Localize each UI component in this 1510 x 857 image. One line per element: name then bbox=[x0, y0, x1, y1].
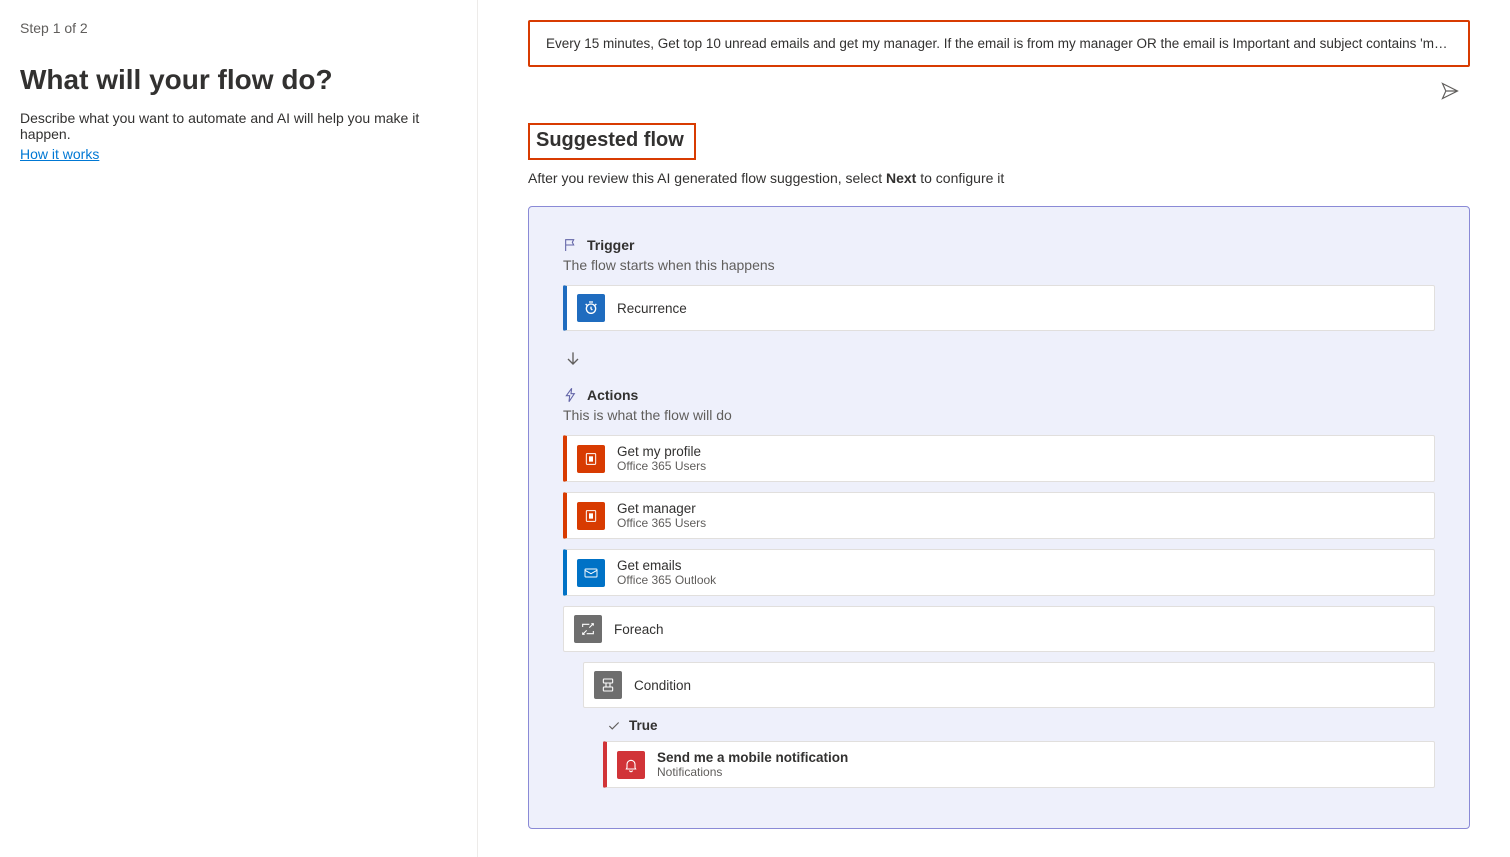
prompt-input[interactable]: Every 15 minutes, Get top 10 unread emai… bbox=[528, 20, 1470, 67]
action-card-title: Send me a mobile notification bbox=[657, 750, 848, 765]
loop-icon bbox=[574, 615, 602, 643]
clock-icon bbox=[577, 294, 605, 322]
action-card-get-manager[interactable]: Get manager Office 365 Users bbox=[563, 492, 1435, 539]
suggested-flow-sub: After you review this AI generated flow … bbox=[528, 170, 1470, 186]
office-users-icon bbox=[577, 445, 605, 473]
outlook-icon bbox=[577, 559, 605, 587]
suggested-flow-heading: Suggested flow bbox=[536, 129, 684, 152]
condition-card[interactable]: Condition bbox=[583, 662, 1435, 708]
actions-section-sub: This is what the flow will do bbox=[563, 407, 1435, 423]
action-card-title: Get my profile bbox=[617, 444, 706, 459]
action-card-service: Office 365 Outlook bbox=[617, 573, 716, 587]
send-button[interactable] bbox=[1436, 77, 1464, 105]
branch-true-text: True bbox=[629, 718, 658, 733]
suggested-flow-sub-prefix: After you review this AI generated flow … bbox=[528, 170, 886, 186]
foreach-card-title: Foreach bbox=[614, 622, 664, 637]
flag-icon bbox=[563, 237, 579, 253]
suggested-flow-heading-box: Suggested flow bbox=[528, 123, 696, 160]
page-subtitle: Describe what you want to automate and A… bbox=[20, 110, 457, 142]
suggested-flow-sub-bold: Next bbox=[886, 170, 916, 186]
action-card-notification[interactable]: Send me a mobile notification Notificati… bbox=[603, 741, 1435, 788]
flow-canvas: Trigger The flow starts when this happen… bbox=[528, 206, 1470, 829]
trigger-card-recurrence[interactable]: Recurrence bbox=[563, 285, 1435, 331]
foreach-card[interactable]: Foreach bbox=[563, 606, 1435, 652]
how-it-works-link[interactable]: How it works bbox=[20, 146, 99, 162]
step-label: Step 1 of 2 bbox=[20, 20, 457, 36]
trigger-section-sub: The flow starts when this happens bbox=[563, 257, 1435, 273]
action-card-service: Office 365 Users bbox=[617, 459, 706, 473]
actions-section-head: Actions bbox=[563, 387, 1435, 403]
page-title: What will your flow do? bbox=[20, 64, 457, 96]
action-card-get-emails[interactable]: Get emails Office 365 Outlook bbox=[563, 549, 1435, 596]
office-users-icon bbox=[577, 502, 605, 530]
condition-card-title: Condition bbox=[634, 678, 691, 693]
trigger-section-head: Trigger bbox=[563, 237, 1435, 253]
action-card-title: Get manager bbox=[617, 501, 706, 516]
action-card-service: Notifications bbox=[657, 765, 848, 779]
branch-true-label: True bbox=[607, 718, 1435, 733]
trigger-card-title: Recurrence bbox=[617, 301, 687, 316]
suggested-flow-sub-suffix: to configure it bbox=[916, 170, 1004, 186]
actions-section-title: Actions bbox=[587, 387, 638, 403]
trigger-section-title: Trigger bbox=[587, 237, 634, 253]
send-icon bbox=[1440, 81, 1460, 101]
action-card-get-my-profile[interactable]: Get my profile Office 365 Users bbox=[563, 435, 1435, 482]
arrow-down-icon bbox=[563, 341, 1435, 387]
check-icon bbox=[607, 719, 621, 733]
action-card-title: Get emails bbox=[617, 558, 716, 573]
action-card-service: Office 365 Users bbox=[617, 516, 706, 530]
bell-icon bbox=[617, 751, 645, 779]
condition-icon bbox=[594, 671, 622, 699]
bolt-icon bbox=[563, 387, 579, 403]
